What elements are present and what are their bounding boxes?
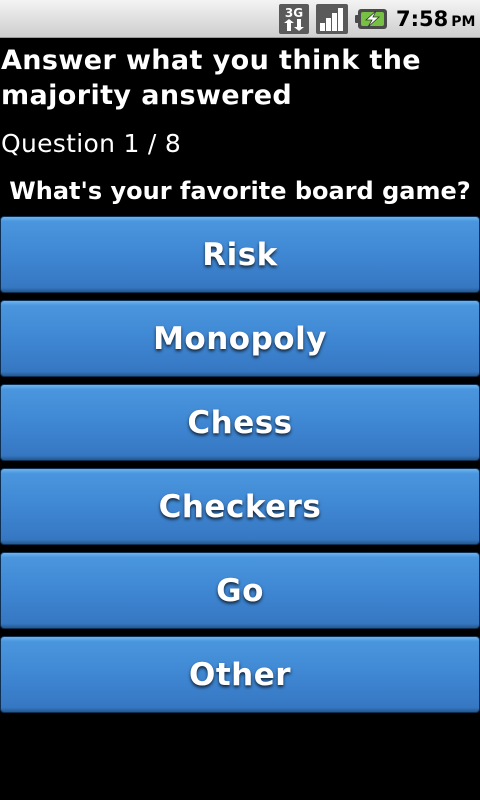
question-text: What's your favorite board game?: [9, 177, 471, 205]
instruction-title: Answer what you think the majority answe…: [1, 45, 422, 111]
answer-button-other[interactable]: Other: [0, 636, 480, 713]
answer-button-risk[interactable]: Risk: [0, 216, 480, 293]
3g-data-icon: 3G: [279, 4, 309, 34]
clock-time: 7:58: [396, 7, 449, 31]
answer-button-go[interactable]: Go: [0, 552, 480, 629]
answer-button-chess[interactable]: Chess: [0, 384, 480, 461]
answer-button-monopoly[interactable]: Monopoly: [0, 300, 480, 377]
status-bar: 3G 7:58 PM: [0, 0, 480, 38]
signal-strength-icon: [316, 4, 348, 34]
answer-button-checkers[interactable]: Checkers: [0, 468, 480, 545]
clock-ampm: PM: [451, 14, 476, 30]
question-counter: Question 1 / 8: [1, 129, 182, 158]
answer-list: Risk Monopoly Chess Checkers Go Other: [0, 216, 480, 720]
status-clock: 7:58 PM: [396, 4, 475, 34]
battery-charging-icon: [355, 9, 387, 29]
network-type-label: 3G: [285, 6, 303, 20]
